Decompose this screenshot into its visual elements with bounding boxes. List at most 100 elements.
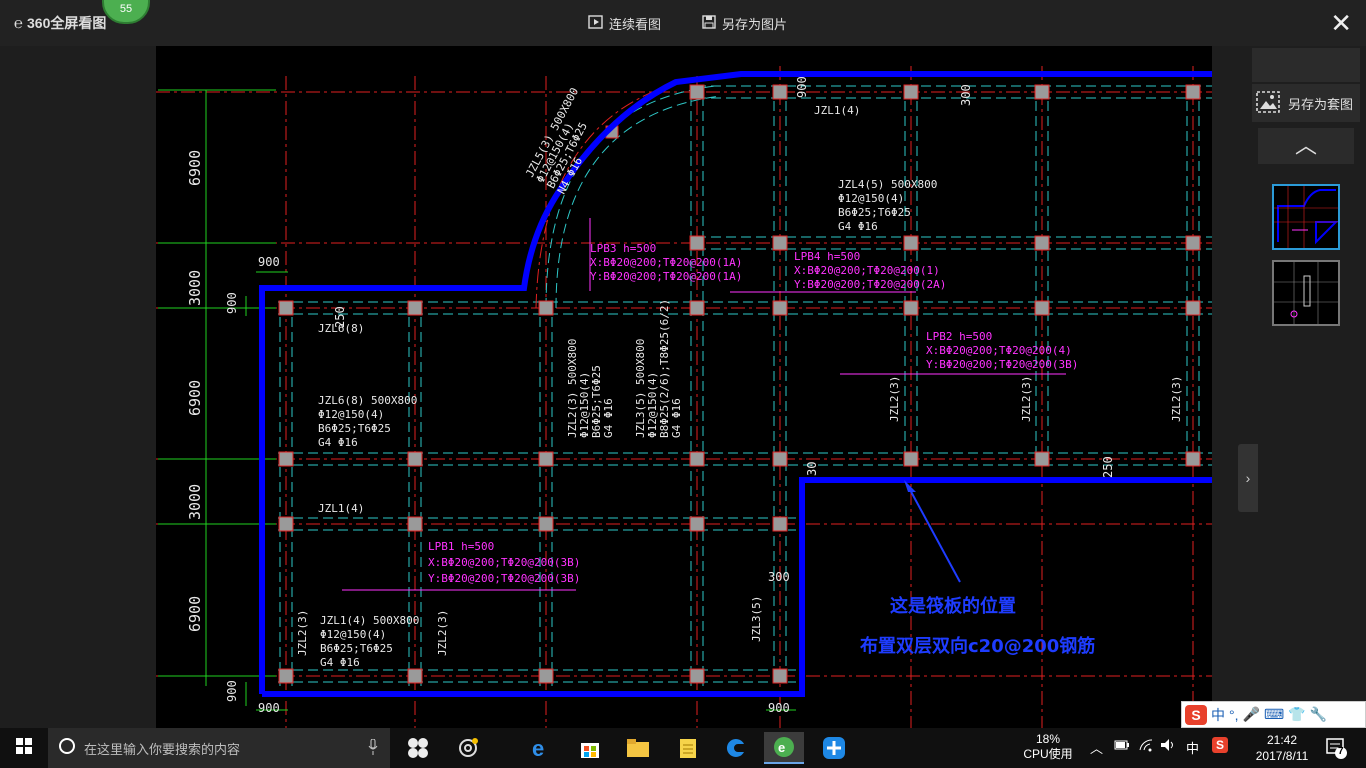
chevron-right-icon: › [1245, 470, 1251, 486]
beam-label-jzl2-v2: JZL2(3) [436, 610, 449, 656]
app-window: ℮ 360全屏看图 55 连续看图 另存为图片 ✕ 6900 3000 6900… [0, 0, 1366, 768]
continuous-view-button[interactable]: 连续看图 [588, 14, 661, 33]
start-button[interactable] [0, 728, 48, 768]
left-dimensions: 6900 3000 6900 3000 6900 [186, 150, 204, 632]
slab-lpb3-2: X:BΦ20@200;TΦ20@200(1A) [590, 256, 742, 269]
beam-label-jzl6-b-3: B6Φ25;T6Φ25 [318, 422, 391, 435]
search-placeholder: 在这里输入你要搜索的内容 [84, 741, 241, 757]
save-as-set-button[interactable]: 另存为套图 [1252, 84, 1360, 122]
battery-tray-icon[interactable] [1114, 738, 1130, 755]
blue-plus-app-icon[interactable] [814, 732, 854, 764]
dim-text-1: 6900 [186, 150, 204, 186]
clock-date: 2017/8/11 [1255, 749, 1309, 763]
close-button[interactable]: ✕ [1330, 8, 1352, 39]
ime-chinese-mode[interactable]: 中 [1211, 705, 1225, 725]
beam-label-jzl4-3: B6Φ25;T6Φ25 [838, 206, 911, 219]
cpu-percent: 18% [1035, 732, 1061, 746]
tray-expand-chevron-icon[interactable]: ︿ [1090, 738, 1103, 757]
columns [278, 84, 1201, 684]
dim-300-b: 300 [768, 570, 790, 584]
thumbnail-2-preview [1274, 262, 1338, 324]
beam-label-jzl1-b-3: B6Φ25;T6Φ25 [320, 642, 393, 655]
beam-label-jzl6-b-4: G4 Φ16 [318, 436, 358, 449]
beam-label-jzl2-v3: JZL2(3) [888, 376, 901, 422]
clock-time: 21:42 [1266, 733, 1298, 747]
slab-lpb2-1: LPB2 h=500 [926, 330, 992, 343]
beam-label-jzl1-a: JZL1(4) [318, 502, 364, 515]
beam-label-jzl3-v: JZL3(5) [750, 596, 763, 642]
thumbnail-1[interactable] [1272, 184, 1340, 250]
cad-drawing-view[interactable]: 6900 3000 6900 3000 6900 900 900 900 900… [156, 46, 1212, 728]
save-as-set-label: 另存为套图 [1288, 96, 1354, 112]
version-badge[interactable]: 55 [102, 0, 150, 24]
svg-text:e: e [778, 740, 785, 755]
tools-wrench-icon[interactable]: 🔧 [1310, 706, 1327, 723]
scroll-up-button[interactable]: ︿ [1258, 128, 1354, 164]
dim-text-2: 3000 [186, 270, 204, 306]
slab-lpb1-2: X:BΦ20@200;TΦ20@200(3B) [428, 556, 580, 569]
image-frame-icon [1256, 90, 1280, 116]
wifi-tray-icon[interactable] [1138, 738, 1154, 755]
beam-label-jzl6-a: JZL6(8) [318, 322, 364, 335]
title-bar: ℮ 360全屏看图 55 连续看图 另存为图片 ✕ [0, 0, 1366, 46]
save-as-image-button[interactable]: 另存为图片 [702, 14, 787, 33]
store-bag-icon[interactable] [570, 732, 610, 764]
dim-30: 30 [805, 462, 819, 476]
spiral-app-icon[interactable] [448, 732, 488, 764]
sogou-s-icon[interactable]: S [1185, 704, 1207, 725]
svg-text:e: e [532, 736, 544, 760]
system-clock[interactable]: 21:42 2017/8/11 [1244, 732, 1320, 764]
slab-lpb4-1: LPB4 h=500 [794, 250, 860, 263]
beam-label-jzl4-2: Φ12@150(4) [838, 192, 904, 205]
task-view-icon[interactable] [398, 732, 438, 764]
dim-900-b: 900 [225, 292, 239, 314]
thumbnail-2[interactable] [1272, 260, 1340, 326]
sidebar-header [1252, 48, 1360, 82]
cpu-usage-widget[interactable]: 18% CPU使用 [1022, 732, 1074, 762]
dimension-lines [158, 89, 796, 711]
beam-label-jzl2-4: G4 Φ16 [602, 398, 615, 438]
cortana-circle-icon [58, 737, 76, 760]
360-viewer-taskbar-icon[interactable]: e [764, 732, 804, 764]
beam-label-jzl2-v4: JZL2(3) [1020, 376, 1033, 422]
sogou-browser-icon[interactable] [716, 732, 756, 764]
microphone-icon[interactable] [368, 738, 378, 760]
slab-lpb2-3: Y:BΦ20@200;TΦ20@200(3B) [926, 358, 1078, 371]
annotation-rebar: 布置双层双向c20@200钢筋 [860, 635, 1095, 657]
app-brand: ℮ 360全屏看图 [14, 13, 106, 33]
e-logo-icon: ℮ [14, 14, 24, 32]
skin-shirt-icon[interactable]: 👕 [1288, 706, 1305, 723]
windows-logo-icon [16, 737, 32, 759]
dim-text-4: 3000 [186, 484, 204, 520]
volume-tray-icon[interactable] [1160, 738, 1176, 755]
axis-lines [156, 66, 1212, 728]
dim-text-3: 6900 [186, 380, 204, 416]
beam-label-jzl1-b-1: JZL1(4) 500X800 [320, 614, 419, 627]
beam-label-jzl4-4: G4 Φ16 [838, 220, 878, 233]
input-language-indicator[interactable]: 中 [1186, 738, 1199, 757]
annotation-raft-location: 这是筏板的位置 [890, 595, 1016, 617]
play-frame-icon [588, 15, 603, 32]
ime-punctuation[interactable]: °, [1229, 707, 1239, 723]
next-image-button[interactable]: › [1238, 444, 1258, 512]
sogou-tray-icon[interactable]: S [1212, 737, 1228, 753]
beam-label-jzl4-1: JZL4(5) 500X800 [838, 178, 937, 191]
dim-250-b: 250 [1101, 456, 1115, 478]
action-center-icon[interactable]: 7 [1324, 736, 1348, 760]
edge-browser-icon[interactable]: e [522, 732, 562, 764]
chevron-up-icon: ︿ [1294, 133, 1317, 158]
thumbnail-1-preview [1274, 186, 1339, 248]
slab-lpb1-1: LPB1 h=500 [428, 540, 494, 553]
dim-text-5: 6900 [186, 596, 204, 632]
ime-toolbar[interactable]: S 中 °, 🎤 ⌨ 👕 🔧 [1181, 701, 1366, 728]
beam-label-jzl1-top: JZL1(4) [814, 104, 860, 117]
dim-900-c: 900 [258, 701, 280, 715]
notepad-app-icon[interactable] [668, 732, 708, 764]
taskbar-search-box[interactable]: 在这里输入你要搜索的内容 [48, 728, 390, 768]
file-explorer-icon[interactable] [618, 732, 658, 764]
save-as-image-label: 另存为图片 [722, 17, 788, 32]
microphone-icon[interactable]: 🎤 [1243, 706, 1260, 723]
keyboard-icon[interactable]: ⌨ [1264, 706, 1284, 723]
beam-label-jzl6-b-2: Φ12@150(4) [318, 408, 384, 421]
app-name: 360全屏看图 [27, 15, 107, 31]
